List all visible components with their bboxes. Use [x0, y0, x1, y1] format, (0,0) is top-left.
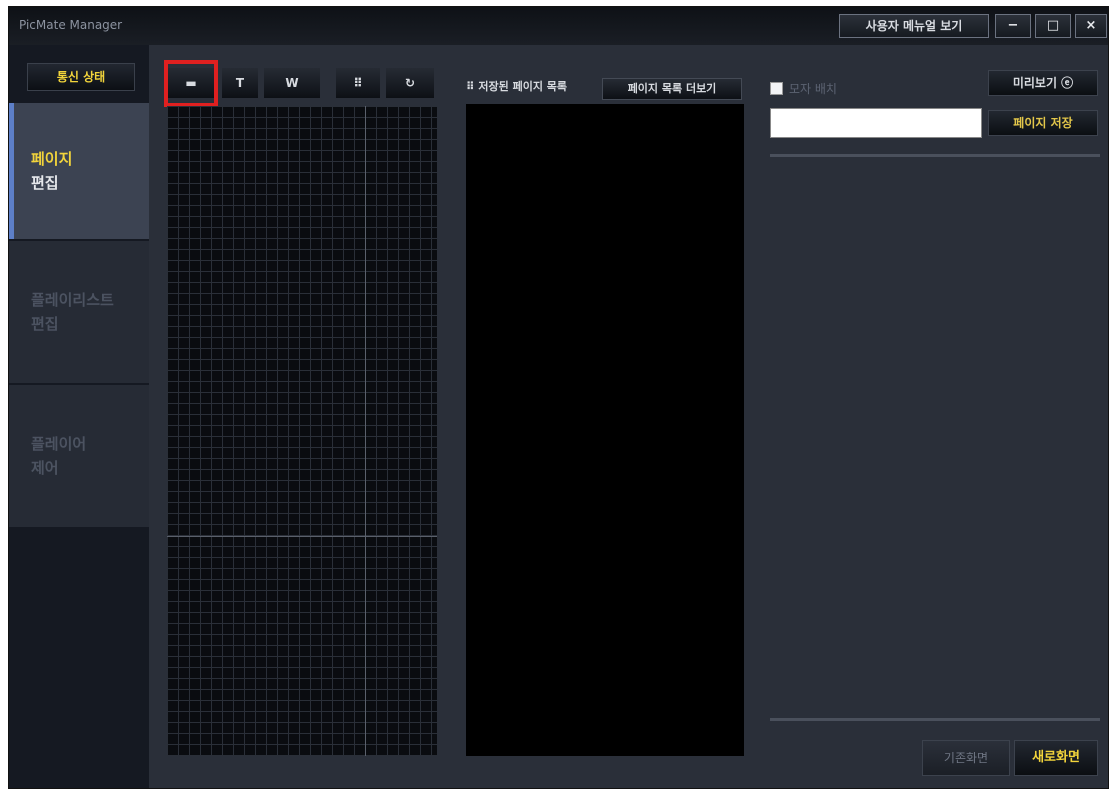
- page-name-input[interactable]: [770, 108, 982, 138]
- text-icon[interactable]: T: [222, 68, 258, 98]
- existing-screen-button[interactable]: 기존화면: [922, 740, 1010, 776]
- sidebar-item-sublabel: 편집: [31, 315, 59, 333]
- saved-pages-list[interactable]: [466, 104, 744, 756]
- refresh-icon[interactable]: ↻: [386, 68, 434, 98]
- sidebar-item-label: 플레이어: [31, 435, 87, 453]
- maximize-icon[interactable]: □: [1035, 14, 1071, 38]
- page-edit-canvas[interactable]: [167, 106, 437, 756]
- more-pages-button[interactable]: 페이지 목록 더보기: [602, 78, 742, 100]
- guide-line: [167, 536, 437, 537]
- highlight-box: [164, 60, 218, 107]
- user-manual-button[interactable]: 사용자 메뉴얼 보기: [839, 14, 989, 38]
- app-title: PicMate Manager: [19, 18, 123, 32]
- preview-button[interactable]: 미리보기 ⓔ: [988, 70, 1098, 96]
- sidebar-item-playlist-edit[interactable]: 플레이리스트 편집: [9, 241, 149, 383]
- sidebar-item-player-control[interactable]: 플레이어 제어: [9, 385, 149, 527]
- sidebar-item-label: 플레이리스트: [31, 291, 114, 309]
- close-icon[interactable]: ×: [1075, 14, 1107, 38]
- connection-status-button[interactable]: 통신 상태: [27, 63, 135, 91]
- save-page-button[interactable]: 페이지 저장: [988, 110, 1098, 136]
- checkbox-label: 모자 배치: [789, 82, 837, 96]
- sidebar: 통신 상태 페이지 편집 플레이리스트 편집 플레이어 제어: [9, 45, 149, 788]
- divider: [770, 154, 1100, 157]
- sidebar-item-sublabel: 편집: [31, 174, 59, 192]
- sidebar-item-sublabel: 제어: [31, 459, 59, 477]
- saved-pages-header: ⠿ 저장된 페이지 목록: [466, 80, 568, 93]
- sidebar-item-label: 페이지: [31, 150, 73, 168]
- title-bar: PicMate Manager 사용자 메뉴얼 보기 − □ ×: [9, 7, 1108, 45]
- grid-icon[interactable]: ⠿: [336, 68, 380, 98]
- guide-line: [365, 106, 366, 756]
- divider: [770, 718, 1100, 721]
- minimize-icon[interactable]: −: [995, 14, 1031, 38]
- new-screen-button[interactable]: 새로화면: [1014, 740, 1098, 776]
- sidebar-item-page-edit[interactable]: 페이지 편집: [9, 103, 149, 239]
- web-icon[interactable]: W: [264, 68, 320, 98]
- layout-checkbox[interactable]: [770, 82, 783, 95]
